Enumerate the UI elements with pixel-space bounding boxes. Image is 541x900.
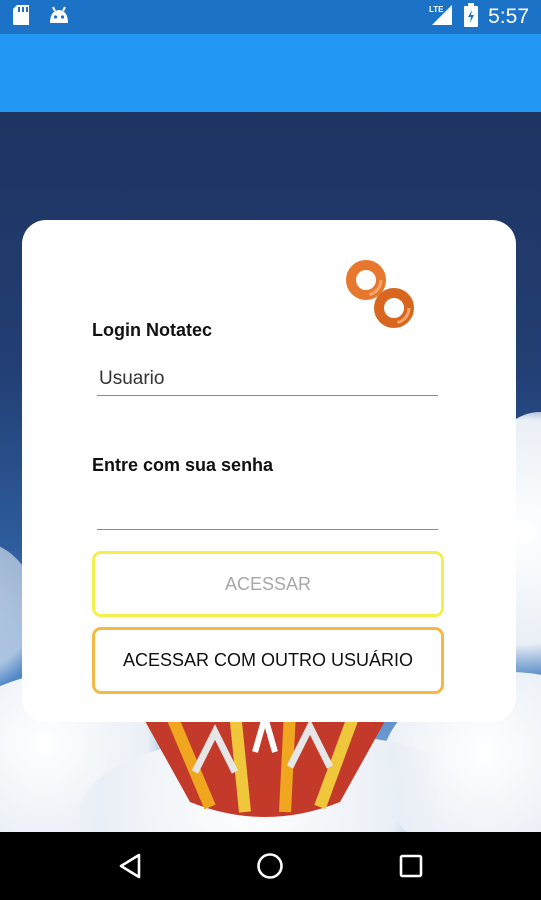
battery-icon: [464, 2, 479, 32]
access-button[interactable]: ACESSAR: [92, 551, 444, 617]
chain-link-logo-icon: [346, 260, 414, 328]
svg-text:LTE: LTE: [429, 5, 444, 14]
recents-icon[interactable]: [391, 846, 431, 886]
status-bar: LTE 5:57: [0, 0, 541, 34]
navigation-bar: [0, 832, 541, 900]
clock: 5:57: [488, 5, 529, 28]
login-title: Login Notatec: [92, 320, 212, 340]
login-card: Login Notatec Usuario Entre com sua senh…: [22, 220, 516, 722]
sd-card-icon: [12, 4, 30, 31]
username-field[interactable]: Usuario: [97, 358, 438, 396]
app-bar: [0, 34, 541, 112]
password-label: Entre com sua senha: [92, 455, 274, 475]
lte-signal-icon: LTE: [428, 3, 454, 32]
back-icon[interactable]: [110, 846, 150, 886]
android-icon: [48, 5, 70, 30]
balloon-illustration: [140, 712, 390, 817]
home-icon[interactable]: [250, 846, 290, 886]
access-other-user-button[interactable]: ACESSAR COM OUTRO USUÁRIO: [92, 627, 444, 694]
password-field[interactable]: [97, 492, 438, 530]
